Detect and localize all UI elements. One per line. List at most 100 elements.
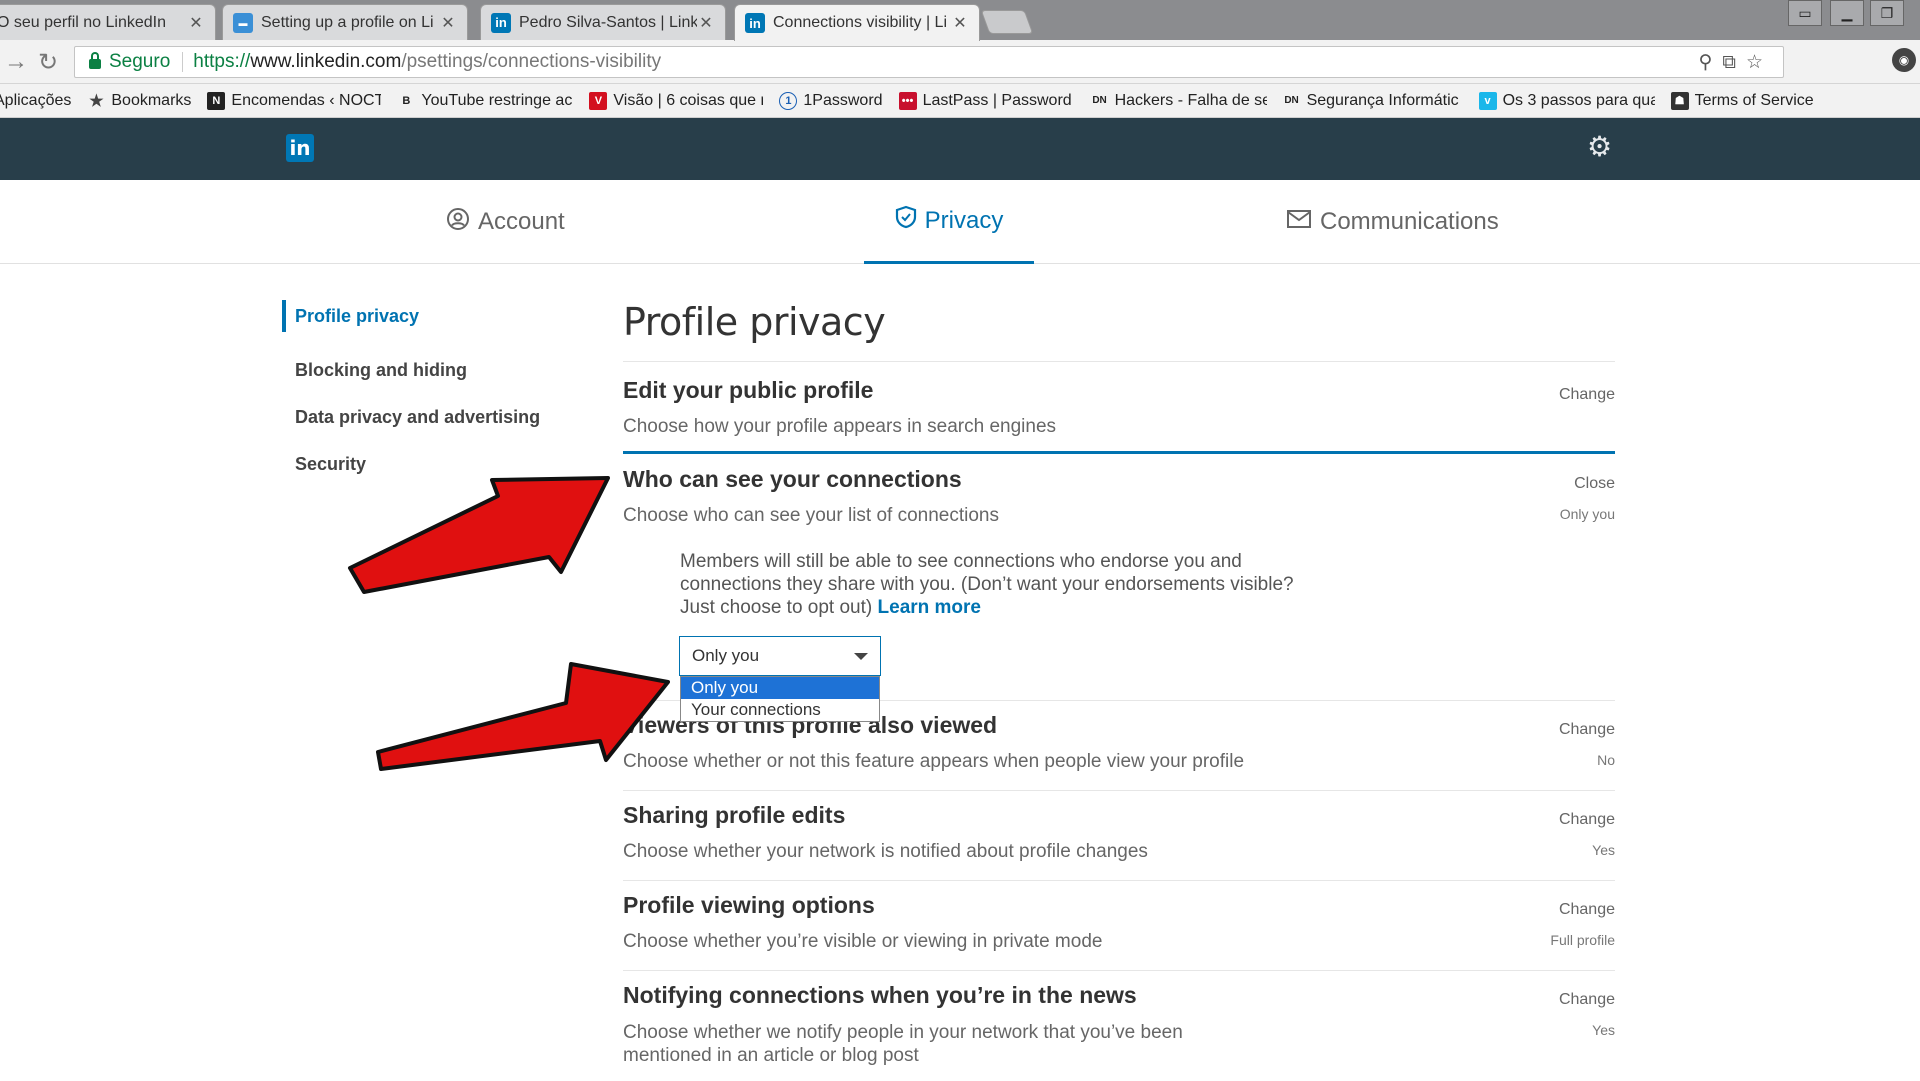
settings-tabs: Account Privacy Communications <box>0 180 1920 264</box>
linkedin-icon: in <box>491 12 511 33</box>
tab-title: Setting up a profile on Li <box>261 13 434 31</box>
bookmark-item[interactable]: B YouTube restringe ac <box>397 92 573 110</box>
url-host: www.linkedin.com <box>250 51 402 72</box>
sidebar-item-data-privacy[interactable]: Data privacy and advertising <box>282 394 540 441</box>
bookmark-item[interactable]: DN Hackers - Falha de se <box>1091 92 1266 110</box>
1password-icon: 1 <box>779 91 798 110</box>
browser-tab[interactable]: O seu perfil no LinkedIn ✕ <box>0 4 216 40</box>
select-dropdown: Only you Your connections <box>680 676 880 722</box>
option-only-you[interactable]: Only you <box>681 677 879 699</box>
chevron-down-icon <box>854 653 868 660</box>
settings-row[interactable]: Sharing profile edits Choose whether you… <box>623 791 1615 881</box>
settings-row[interactable]: Notifying connections when you’re in the… <box>623 971 1615 1081</box>
browser-tab[interactable]: in Pedro Silva-Santos | Link ✕ <box>480 4 726 40</box>
row-value: Only you <box>1559 506 1615 522</box>
row-desc: Choose how your profile appears in searc… <box>623 416 1057 437</box>
secure-label: Seguro <box>109 51 171 72</box>
learn-more-link[interactable]: Learn more <box>878 597 981 618</box>
change-link[interactable]: Change <box>1559 721 1615 739</box>
row-title: Notifying connections when you’re in the… <box>623 982 1137 1008</box>
bookmark-item[interactable]: ••• LastPass | Password M <box>898 91 1075 110</box>
row-desc: Choose who can see your list of connecti… <box>623 505 999 526</box>
row-title: Profile viewing options <box>623 892 875 918</box>
row-title: Sharing profile edits <box>623 802 846 828</box>
restore-icon[interactable]: ❐ <box>1870 0 1904 26</box>
change-link[interactable]: Change <box>1559 991 1615 1009</box>
bookmark-item[interactable]: N Encomendas ‹ NOCTU <box>207 91 381 110</box>
close-link[interactable]: Close <box>1574 475 1615 493</box>
noctula-icon: N <box>207 91 226 110</box>
change-link[interactable]: Change <box>1559 386 1615 404</box>
bookmark-label: Segurança Informátic <box>1306 91 1459 109</box>
row-desc: Choose whether we notify people in your … <box>623 1022 1183 1066</box>
star-icon: ★ <box>89 92 104 110</box>
tab-account[interactable]: Account <box>446 180 565 264</box>
lock-icon <box>89 52 101 69</box>
sidebar-item-blocking[interactable]: Blocking and hiding <box>282 347 540 394</box>
bookmark-label: Terms of Service <box>1694 91 1814 109</box>
tab-communications[interactable]: Communications <box>1286 180 1499 264</box>
dn-icon: DN <box>1284 95 1299 106</box>
bookmark-item[interactable]: ☗ Terms of Service <box>1670 91 1814 110</box>
red-arrow-annotation <box>348 476 610 594</box>
bookmark-label: Visão | 6 coisas que n <box>613 91 764 109</box>
change-link[interactable]: Change <box>1559 901 1615 919</box>
bookmark-label: Os 3 passos para qual <box>1502 91 1655 109</box>
translate-icon[interactable]: ⧉ <box>1722 52 1746 73</box>
row-value: Yes <box>1592 1022 1615 1038</box>
change-link[interactable]: Change <box>1559 811 1615 829</box>
forward-icon[interactable]: → <box>4 48 28 76</box>
linkedin-logo[interactable]: in <box>286 134 314 162</box>
tab-label: Communications <box>1320 208 1499 235</box>
gear-icon[interactable]: ⚙ <box>1587 130 1612 163</box>
browser-toolbar: → ↻ Seguro https:// www.linkedin.com /ps… <box>0 40 1920 84</box>
vimeo-icon: v <box>1478 91 1497 110</box>
row-desc: Choose whether you’re visible or viewing… <box>623 931 1103 952</box>
user-profile-icon[interactable]: ▭ <box>1788 0 1822 26</box>
bookmark-item[interactable]: Aplicações <box>0 92 71 110</box>
select-value: Only you <box>692 646 760 665</box>
bookmark-star-icon[interactable]: ☆ <box>1746 52 1773 73</box>
new-tab-button[interactable] <box>980 10 1034 34</box>
sidebar-item-profile-privacy[interactable]: Profile privacy <box>282 300 540 332</box>
bookmark-item[interactable]: ★ Bookmarks <box>87 92 191 110</box>
bookmark-item[interactable]: 1 1Password <box>779 91 883 110</box>
option-your-connections[interactable]: Your connections <box>681 699 879 721</box>
row-desc: Choose whether your network is notified … <box>623 841 1148 862</box>
zoom-icon[interactable]: ⚲ <box>1698 52 1722 73</box>
tab-close-icon[interactable]: ✕ <box>439 13 457 33</box>
b9-icon: B <box>402 94 411 107</box>
tab-privacy[interactable]: Privacy <box>864 180 1034 264</box>
reload-icon[interactable]: ↻ <box>38 48 58 77</box>
browser-tab-strip: O seu perfil no LinkedIn ✕ ▬ Setting up … <box>0 0 1920 41</box>
bookmark-item[interactable]: V Visão | 6 coisas que n <box>589 91 764 110</box>
bookmark-item[interactable]: DN Segurança Informátic <box>1283 92 1463 110</box>
tab-close-icon[interactable]: ✕ <box>951 13 969 33</box>
omnibox-actions: ⚲⧉☆ <box>1698 51 1773 74</box>
tab-label: Privacy <box>924 206 1004 234</box>
extension-icon[interactable]: ◉ <box>1892 48 1916 72</box>
settings-row[interactable]: Edit your public profile Choose how your… <box>623 362 1615 451</box>
browser-tab[interactable]: ▬ Setting up a profile on Li ✕ <box>222 4 468 40</box>
connections-visibility-select[interactable]: Only you <box>679 636 881 676</box>
bookmark-label: LastPass | Password M <box>922 91 1075 109</box>
tab-close-icon[interactable]: ✕ <box>697 13 715 33</box>
shield-icon <box>895 205 917 236</box>
browser-tab-active[interactable]: in Connections visibility | Li ✕ <box>734 4 980 41</box>
row-title: Who can see your connections <box>623 466 962 492</box>
visao-icon: V <box>589 91 608 110</box>
settings-row-expanded: Who can see your connections Choose who … <box>623 451 1615 722</box>
address-bar[interactable]: Seguro https:// www.linkedin.com /psetti… <box>74 46 1784 78</box>
user-circle-icon <box>446 207 470 238</box>
note-text: Members will still be able to see connec… <box>680 551 1294 618</box>
info-note: Members will still be able to see connec… <box>680 550 1310 619</box>
linkedin-header: in ⚙ <box>0 118 1920 180</box>
bookmark-item[interactable]: v Os 3 passos para qual <box>1478 91 1655 110</box>
main-content: Profile privacy Edit your public profile… <box>623 300 1615 1081</box>
bookmark-label: Aplicações <box>0 91 72 109</box>
blog-icon: ▬ <box>233 12 253 33</box>
tab-close-icon[interactable]: ✕ <box>187 13 205 33</box>
row-desc: Choose whether or not this feature appea… <box>623 751 1245 772</box>
minimize-icon[interactable]: ▁ <box>1830 0 1864 26</box>
settings-row[interactable]: Profile viewing options Choose whether y… <box>623 881 1615 971</box>
